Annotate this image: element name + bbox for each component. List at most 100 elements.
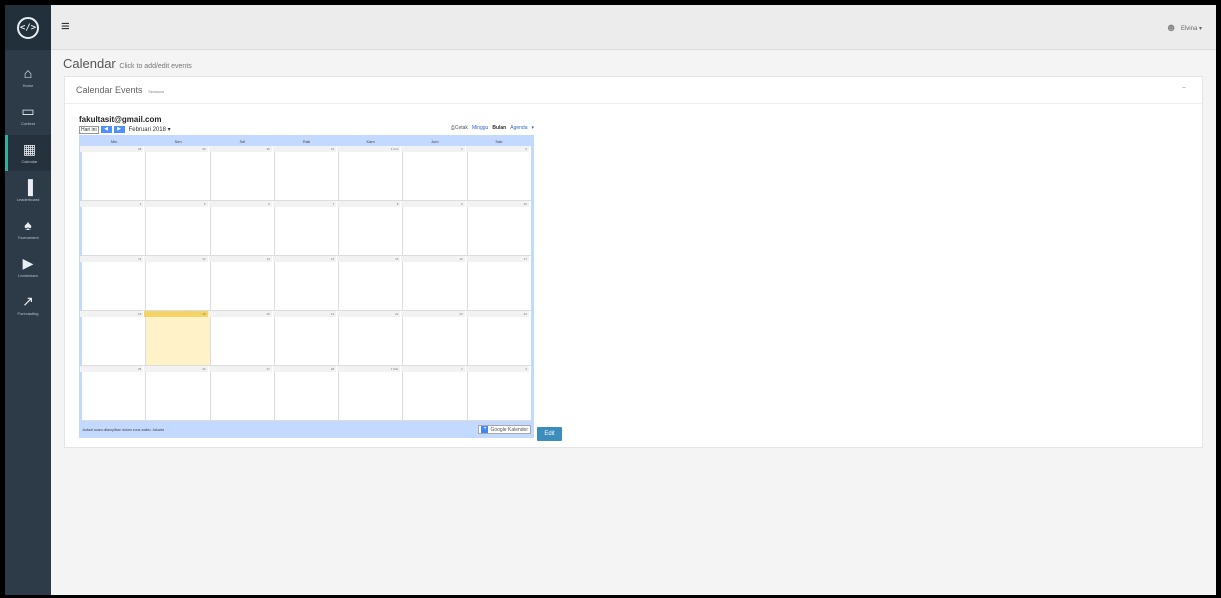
calendar-day-cell[interactable]: 4 [80, 201, 147, 256]
month-selector[interactable]: Februari 2018 ▾ [129, 126, 171, 133]
calendar-day-cell[interactable]: 11 [80, 256, 147, 311]
day-number: 6 [208, 201, 272, 207]
sidebar-item-forecasting[interactable]: ↗ Forecasting [5, 287, 51, 323]
day-number: 1 Feb [337, 146, 401, 152]
day-number: 10 [465, 201, 529, 207]
calendar-day-cell[interactable]: 27 [208, 366, 275, 421]
tab-agenda[interactable]: Agenda [510, 125, 527, 131]
user-avatar-icon: ☻ [1165, 22, 1177, 34]
day-number: 26 [144, 366, 208, 372]
day-number: 16 [401, 256, 465, 262]
calendar-day-cell[interactable]: 9 [401, 201, 468, 256]
calendar-day-cell[interactable]: 2 [401, 366, 468, 421]
panel-subtitle: Sessions [148, 89, 165, 94]
sidebar-item-label: Forecasting [17, 310, 39, 316]
calendar-day-cell[interactable]: 23 [401, 311, 468, 366]
day-number: 25 [80, 366, 144, 372]
sidebar-item-label: Calendar [21, 158, 38, 164]
calendar-day-cell[interactable]: 30 [208, 146, 275, 201]
calendar-day-today[interactable]: 19 [144, 311, 211, 366]
page-subtitle: Click to add/edit events [119, 63, 192, 70]
line-chart-icon: ↗ [22, 292, 34, 309]
calendar-week-row: 18 19 20 21 22 23 24 [80, 311, 531, 366]
plus-icon: + [481, 426, 489, 433]
day-number: 5 [144, 201, 208, 207]
day-number: 23 [401, 311, 465, 317]
day-number: 4 [80, 201, 144, 207]
calendar-day-cell[interactable]: 22 [337, 311, 404, 366]
calendar-weeks: 28 29 30 31 1 Feb 2 3 4 5 6 7 8 9 10 11 12 13 14 15 16 17 18 1… [80, 146, 531, 421]
calendar-day-cell[interactable]: 28 [80, 146, 147, 201]
prev-month-button[interactable]: ◀ [100, 126, 112, 133]
day-number: 31 [272, 146, 337, 152]
calendar-day-cell[interactable]: 18 [80, 311, 147, 366]
day-number: 12 [144, 256, 208, 262]
calendar-day-cell[interactable]: 6 [208, 201, 275, 256]
view-dropdown-icon[interactable]: ▾ [531, 125, 534, 131]
calendar-day-cell[interactable]: 14 [272, 256, 340, 311]
calendar-day-cell[interactable]: 2 [401, 146, 468, 201]
app-frame: </> ⌂ Home ▭ Contest ▦ Calendar ▐ Leader… [5, 5, 1216, 595]
day-number: 20 [208, 311, 272, 317]
weekday-label: Sel [239, 139, 246, 144]
calendar-day-cell[interactable]: 8 [337, 201, 404, 256]
calendar-day-cell[interactable]: 28 [272, 366, 340, 421]
calendar-owner-email: fakultasit@gmail.com [79, 115, 162, 124]
hamburger-menu-icon[interactable]: ≡ [61, 18, 70, 35]
app-logo[interactable]: </> [5, 5, 51, 50]
calendar-day-cell[interactable]: 25 [80, 366, 147, 421]
calendar-day-cell[interactable]: 3 [465, 366, 531, 421]
google-calendar-button[interactable]: + Google Kalender [478, 425, 531, 434]
panel-title: Calendar Events [76, 85, 143, 95]
calendar-toolbar: Hari ini ◀ ▶ Februari 2018 ▾ ⎙Cetak Ming… [79, 125, 534, 134]
calendar-day-cell[interactable]: 17 [465, 256, 531, 311]
calendar-day-cell[interactable]: 15 [337, 256, 404, 311]
next-month-button[interactable]: ▶ [113, 126, 125, 133]
weekday-label: Rab [302, 139, 311, 144]
day-number: 17 [465, 256, 529, 262]
collapse-icon[interactable]: − [1182, 85, 1186, 92]
user-menu[interactable]: ☻ Elvina ▾ [1165, 22, 1202, 34]
sidebar-item-calendar[interactable]: ▦ Calendar [5, 135, 51, 171]
sidebar-item-contest[interactable]: ▭ Contest [5, 97, 51, 133]
weekday-header: Min Sen Sel Rab Kam Jum Sab [82, 138, 531, 146]
day-number: 7 [272, 201, 337, 207]
sidebar-item-tournament[interactable]: ♠ Tournament [5, 211, 51, 247]
sidebar-item-livestream[interactable]: ▶ Livestream [5, 249, 51, 285]
calendar-day-cell[interactable]: 3 [465, 146, 531, 201]
sidebar-item-leaderboard[interactable]: ▐ Leaderboard [5, 173, 51, 209]
sidebar-item-label: Contest [21, 120, 35, 126]
print-button[interactable]: ⎙Cetak [451, 125, 468, 131]
google-calendar-label: Google Kalender [490, 426, 528, 433]
day-number: 21 [272, 311, 337, 317]
day-number: 13 [208, 256, 272, 262]
calendar-day-cell[interactable]: 26 [144, 366, 211, 421]
print-label: Cetak [454, 125, 468, 131]
day-number: 3 [465, 366, 529, 372]
calendar-day-cell[interactable]: 5 [144, 201, 211, 256]
calendar-day-cell[interactable]: 7 [272, 201, 340, 256]
tab-week[interactable]: Minggu [472, 125, 488, 131]
calendar-day-cell[interactable]: 31 [272, 146, 340, 201]
day-number: 8 [337, 201, 401, 207]
calendar-day-cell[interactable]: 1 Feb [337, 146, 404, 201]
edit-button[interactable]: Edit [537, 427, 562, 441]
calendar-footer: Jadwal acara ditampilkan dalam zona wakt… [82, 424, 531, 435]
tab-month[interactable]: Bulan [492, 125, 506, 131]
day-number: 19 [144, 311, 208, 317]
calendar-day-cell[interactable]: 13 [208, 256, 275, 311]
calendar-day-cell[interactable]: 10 [465, 201, 531, 256]
calendar-day-cell[interactable]: 16 [401, 256, 468, 311]
calendar-day-cell[interactable]: 29 [144, 146, 211, 201]
view-switcher: ⎙Cetak Minggu Bulan Agenda ▾ [451, 125, 534, 131]
calendar-day-cell[interactable]: 12 [144, 256, 211, 311]
calendar-day-cell[interactable]: 1 Mar [337, 366, 404, 421]
day-number: 2 [401, 146, 465, 152]
sidebar-item-home[interactable]: ⌂ Home [5, 59, 51, 95]
calendar-day-cell[interactable]: 24 [465, 311, 531, 366]
user-name: Elvina ▾ [1180, 25, 1202, 32]
calendar-day-cell[interactable]: 20 [208, 311, 275, 366]
calendar-day-cell[interactable]: 21 [272, 311, 340, 366]
today-button[interactable]: Hari ini [79, 125, 99, 134]
home-icon: ⌂ [23, 64, 33, 81]
